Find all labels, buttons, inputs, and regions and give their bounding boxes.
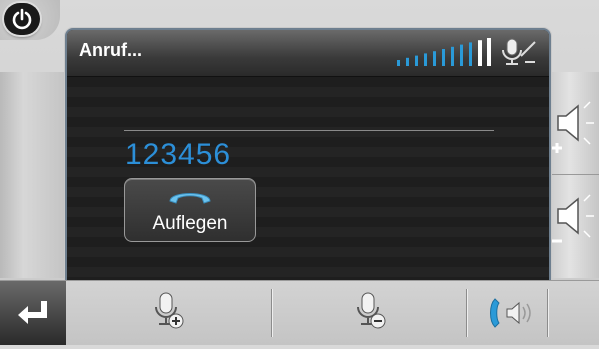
- microphone-minus-icon: [357, 292, 386, 329]
- signal-bar: [487, 38, 491, 66]
- signal-bar: [442, 49, 445, 66]
- volume-panel: [546, 72, 599, 278]
- hangup-label: Auflegen: [152, 213, 228, 234]
- power-icon: [4, 3, 40, 35]
- bottom-toolbar: [0, 280, 599, 345]
- dialed-number: 123456: [125, 138, 232, 171]
- signal-bar: [460, 44, 463, 66]
- left-side-panel: [0, 72, 68, 278]
- hangup-button[interactable]: Auflegen: [124, 178, 256, 242]
- dialog-title: Anruf...: [79, 40, 142, 60]
- microphone-plus-icon: [155, 292, 184, 329]
- power-button[interactable]: [0, 0, 60, 40]
- call-dialog: Anruf... 123456 Auflegen: [65, 28, 551, 284]
- volume-down-icon: [552, 194, 594, 243]
- signal-bar: [469, 42, 472, 66]
- phone-handset-icon: [169, 193, 211, 204]
- signal-bar: [451, 46, 454, 66]
- signal-bar: [424, 53, 427, 66]
- return-arrow-icon: [18, 301, 47, 324]
- signal-bar: [433, 51, 436, 66]
- volume-up-button[interactable]: [546, 72, 599, 175]
- volume-down-button[interactable]: [546, 175, 599, 277]
- back-button[interactable]: [0, 281, 66, 345]
- signal-strength-icon: [397, 38, 536, 66]
- signal-bar: [415, 55, 418, 66]
- signal-bar: [406, 57, 409, 66]
- handset-speaker-button[interactable]: [467, 281, 547, 345]
- signal-bar: [478, 40, 482, 66]
- divider-line: [124, 130, 494, 131]
- microphone-muted-icon: [502, 38, 536, 65]
- dialog-titlebar: Anruf...: [67, 30, 549, 77]
- signal-bar: [397, 60, 400, 66]
- microphone-minus-button[interactable]: [272, 281, 466, 345]
- toolbar-separator: [547, 289, 548, 337]
- volume-up-icon: [552, 101, 594, 153]
- handset-speaker-icon: [490, 298, 531, 328]
- microphone-plus-button[interactable]: [66, 281, 271, 345]
